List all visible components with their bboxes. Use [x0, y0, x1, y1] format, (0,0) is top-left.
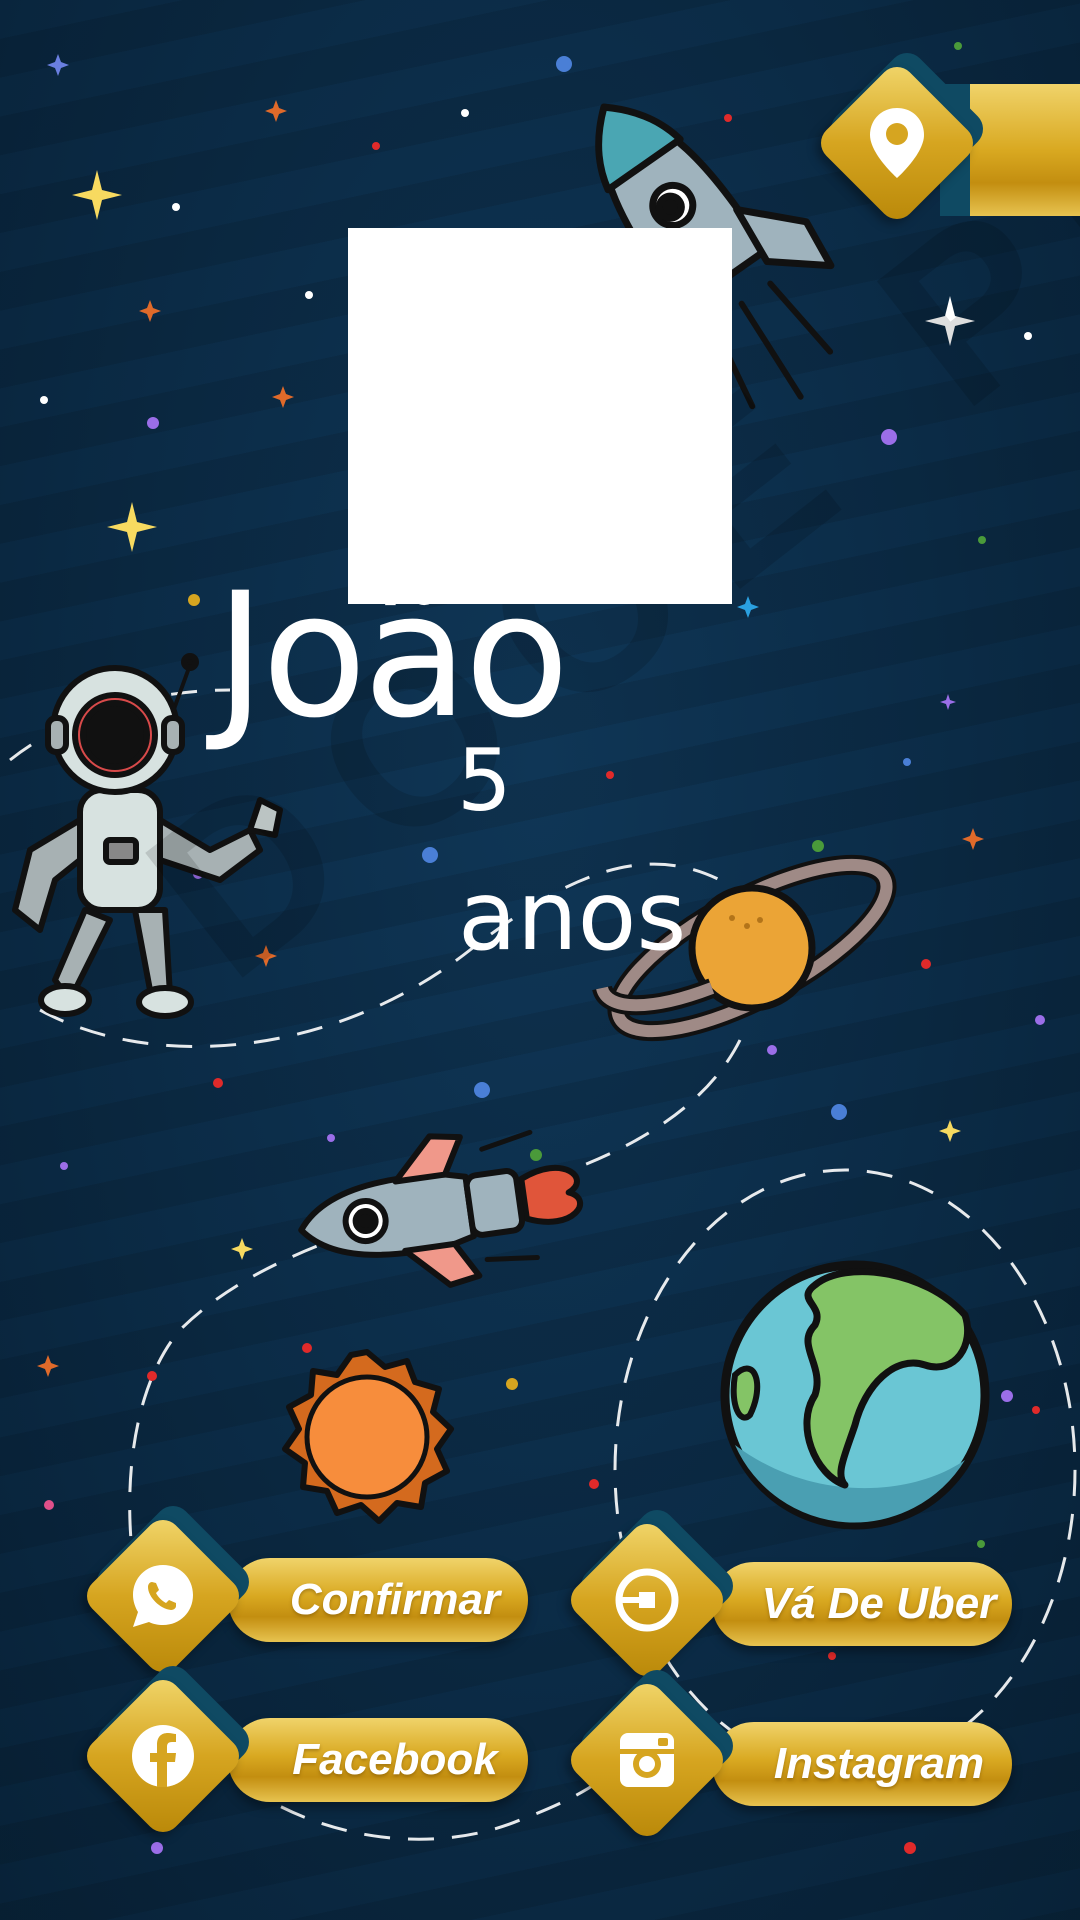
confirm-button-label: Confirmar: [289, 1575, 501, 1624]
instagram-button-label: Instagram: [773, 1739, 985, 1788]
facebook-icon: [132, 1725, 194, 1787]
uber-button-label: Vá De Uber: [761, 1579, 997, 1628]
uber-icon-badge[interactable]: [563, 1502, 741, 1689]
facebook-button-label: Facebook: [292, 1735, 498, 1784]
confirm-button[interactable]: Confirmar: [228, 1558, 528, 1642]
location-bar[interactable]: [970, 84, 1080, 216]
location-button[interactable]: [813, 45, 991, 232]
invitation-canvas: DOCE PRINT João 5 anos Confirmar Vá De U…: [0, 0, 1080, 1920]
instagram-icon: [620, 1733, 674, 1787]
child-age: 5: [457, 731, 512, 831]
map-pin-icon: [870, 108, 924, 178]
instagram-button[interactable]: Instagram: [712, 1722, 1012, 1806]
instagram-icon-badge[interactable]: [563, 1662, 741, 1849]
confirm-icon-badge[interactable]: [79, 1498, 257, 1685]
whatsapp-icon: [133, 1565, 193, 1627]
uber-button[interactable]: Vá De Uber: [712, 1562, 1012, 1646]
facebook-icon-badge[interactable]: [79, 1658, 257, 1845]
uber-icon: [615, 1568, 679, 1632]
age-label: anos: [458, 860, 687, 972]
child-name: João: [215, 555, 570, 756]
facebook-button[interactable]: Facebook: [228, 1718, 528, 1802]
photo-frame: [348, 228, 732, 604]
